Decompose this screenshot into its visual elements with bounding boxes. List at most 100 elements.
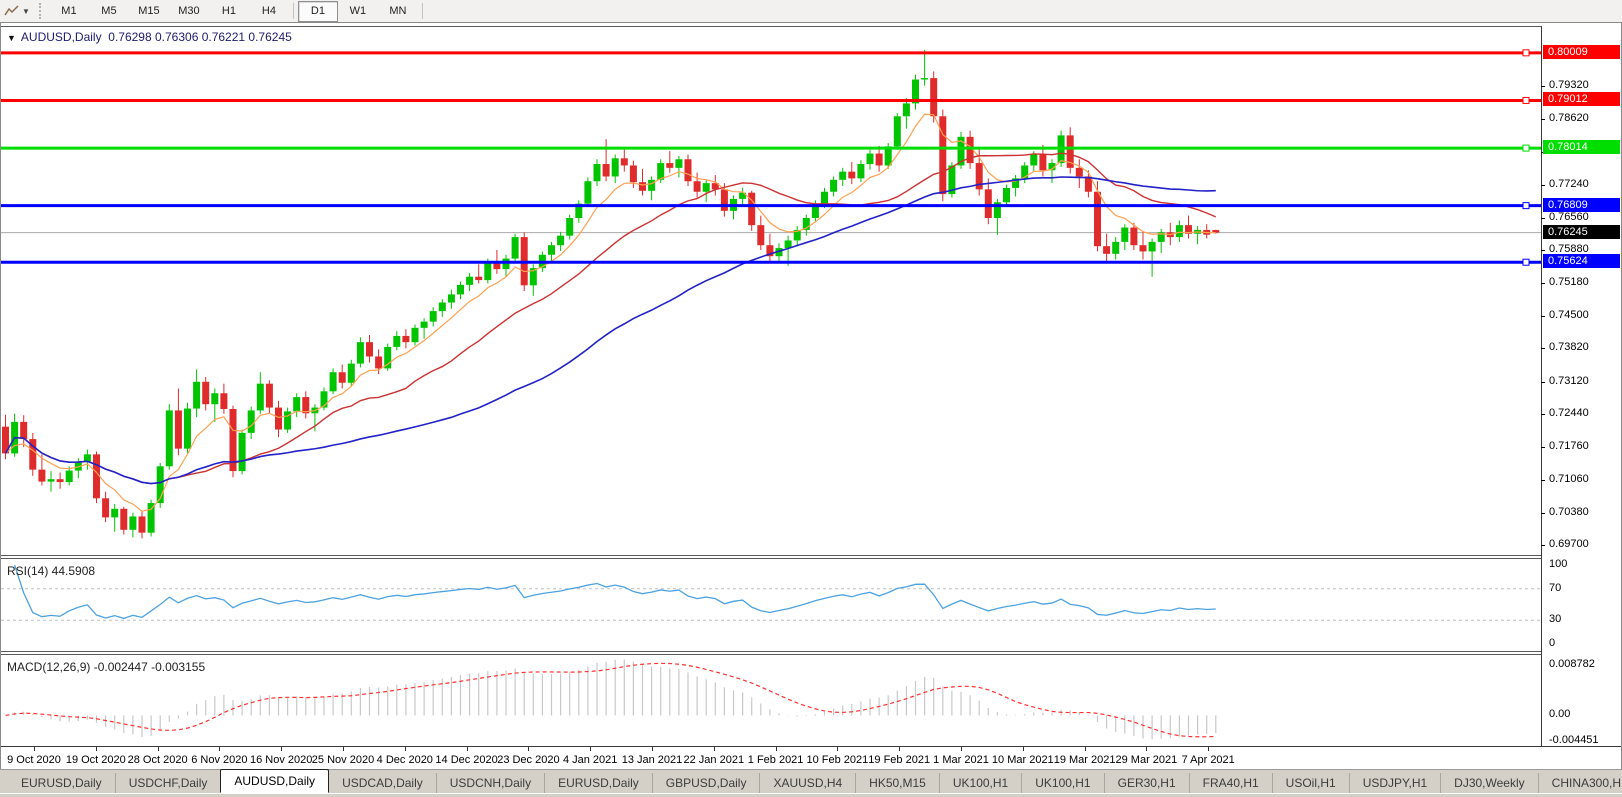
date-label: 10 Mar 2021 [992,754,1054,766]
level-price-label: 0.79012 [1543,92,1620,106]
bottom-tab-usdchf-daily[interactable]: USDCHF,Daily [116,773,222,793]
date-label: 9 Oct 2020 [7,754,61,766]
date-label: 29 Mar 2021 [1116,754,1178,766]
timeframe-button-mn[interactable]: MN [378,1,418,22]
main-price-chart [1,27,1541,555]
date-label: 6 Nov 2020 [191,754,247,766]
date-label: 1 Feb 2021 [748,754,804,766]
date-label: 7 Apr 2021 [1182,754,1235,766]
bottom-tab-dj30-weekly[interactable]: DJ30,Weekly [1441,773,1538,793]
date-tick [96,747,97,751]
price-tick-label: 0.73120 [1549,375,1589,387]
date-label: 16 Nov 2020 [250,754,312,766]
date-label: 23 Dec 2020 [497,754,559,766]
rsi-indicator-label: RSI(14) 44.5908 [7,564,95,578]
rsi-axis-label: 30 [1549,613,1561,625]
price-tick [1541,480,1545,481]
date-tick [158,747,159,751]
date-label: 10 Feb 2021 [807,754,869,766]
date-tick [219,747,220,751]
status-strip [0,793,1622,797]
level-price-label: 0.78014 [1543,140,1620,154]
date-tick [899,747,900,751]
bottom-tab-xauusd-h4[interactable]: XAUUSD,H4 [760,773,856,793]
timeframe-button-d1[interactable]: D1 [298,1,338,22]
macd-axis-label: 0.008782 [1549,658,1595,670]
expander-icon: ▼ [7,33,16,43]
bottom-tab-usdcnh-daily[interactable]: USDCNH,Daily [437,773,545,793]
bottom-tab-ger30-h1[interactable]: GER30,H1 [1105,773,1190,793]
timeframe-button-m5[interactable]: M5 [89,1,129,22]
date-tick [1023,747,1024,751]
chart-zigzag-icon [4,4,20,18]
price-tick [1541,382,1545,383]
chart-ohlc-values: 0.76298 0.76306 0.76221 0.76245 [108,30,292,44]
toolbar-separator [422,3,423,19]
bottom-tab-usoil-h1[interactable]: USOil,H1 [1273,773,1350,793]
bottom-tab-usdcad-daily[interactable]: USDCAD,Daily [329,773,437,793]
timeframe-button-w1[interactable]: W1 [338,1,378,22]
bottom-tab-eurusd-daily[interactable]: EURUSD,Daily [545,773,653,793]
price-tick [1541,316,1545,317]
date-label: 19 Feb 2021 [868,754,930,766]
price-tick-label: 0.77240 [1549,178,1589,190]
price-tick [1541,513,1545,514]
bottom-tab-gbpusd-daily[interactable]: GBPUSD,Daily [653,773,761,793]
price-tick [1541,218,1545,219]
rsi-axis-label: 70 [1549,582,1561,594]
toolbar-grip[interactable] [39,3,44,19]
date-tick [1208,747,1209,751]
bottom-tab-china300-h1[interactable]: CHINA300,H1 [1539,773,1622,793]
line-end-marker[interactable] [1523,50,1529,56]
macd-indicator-label: MACD(12,26,9) -0.002447 -0.003155 [7,660,205,674]
timeframe-button-h1[interactable]: H1 [209,1,249,22]
bottom-tab-usdjpy-h1[interactable]: USDJPY,H1 [1350,773,1441,793]
chart-window: ▼AUDUSD,Daily 0.76298 0.76306 0.76221 0.… [0,22,1622,769]
timeframe-button-m15[interactable]: M15 [129,1,169,22]
macd-panel [1,655,1541,746]
bottom-tab-uk100-h1[interactable]: UK100,H1 [1022,773,1104,793]
macd-axis-label: 0.00 [1549,708,1570,720]
bottom-tab-uk100-h1[interactable]: UK100,H1 [940,773,1022,793]
date-tick [961,747,962,751]
line-end-marker[interactable] [1523,145,1529,151]
bottom-tab-fra40-h1[interactable]: FRA40,H1 [1190,773,1273,793]
rsi-axis-label: 100 [1549,558,1567,570]
date-label: 4 Jan 2021 [563,754,617,766]
price-tick-label: 0.74500 [1549,309,1589,321]
chart-title: ▼AUDUSD,Daily 0.76298 0.76306 0.76221 0.… [7,30,292,44]
date-tick [281,747,282,751]
date-label: 14 Dec 2020 [435,754,497,766]
date-label: 19 Mar 2021 [1054,754,1116,766]
line-end-marker[interactable] [1523,259,1529,265]
date-tick [467,747,468,751]
chart-tool-button[interactable]: ▼ [0,1,34,21]
bottom-tab-audusd-daily[interactable]: AUDUSD,Daily [220,769,329,793]
timeframe-button-m1[interactable]: M1 [49,1,89,22]
price-tick [1541,447,1545,448]
date-label: 28 Oct 2020 [128,754,188,766]
price-tick-label: 0.71060 [1549,473,1589,485]
line-end-marker[interactable] [1523,97,1529,103]
price-tick-label: 0.76560 [1549,211,1589,223]
dropdown-caret-icon: ▼ [22,7,30,16]
timeframe-button-m30[interactable]: M30 [169,1,209,22]
timeframe-button-h4[interactable]: H4 [249,1,289,22]
price-tick [1541,250,1545,251]
bottom-tab-hk50-m15[interactable]: HK50,M15 [856,773,940,793]
price-tick-label: 0.71760 [1549,440,1589,452]
price-tick [1541,348,1545,349]
date-label: 25 Nov 2020 [312,754,374,766]
rsi-panel [1,559,1541,651]
trading-platform-window: ▼ M1M5M15M30H1H4D1W1MN ▼AUDUSD,Daily 0.7… [0,0,1622,797]
price-tick-label: 0.70380 [1549,506,1589,518]
date-axis[interactable]: 9 Oct 202019 Oct 202028 Oct 20206 Nov 20… [1,746,1621,769]
date-tick [837,747,838,751]
macd-axis-label: -0.004451 [1549,734,1599,746]
bottom-tab-eurusd-daily[interactable]: EURUSD,Daily [8,773,116,793]
timeframe-toolbar: ▼ M1M5M15M30H1H4 D1W1MN [0,0,1622,23]
price-tick [1541,119,1545,120]
line-end-marker[interactable] [1523,203,1529,209]
price-tick [1541,185,1545,186]
date-tick [652,747,653,751]
